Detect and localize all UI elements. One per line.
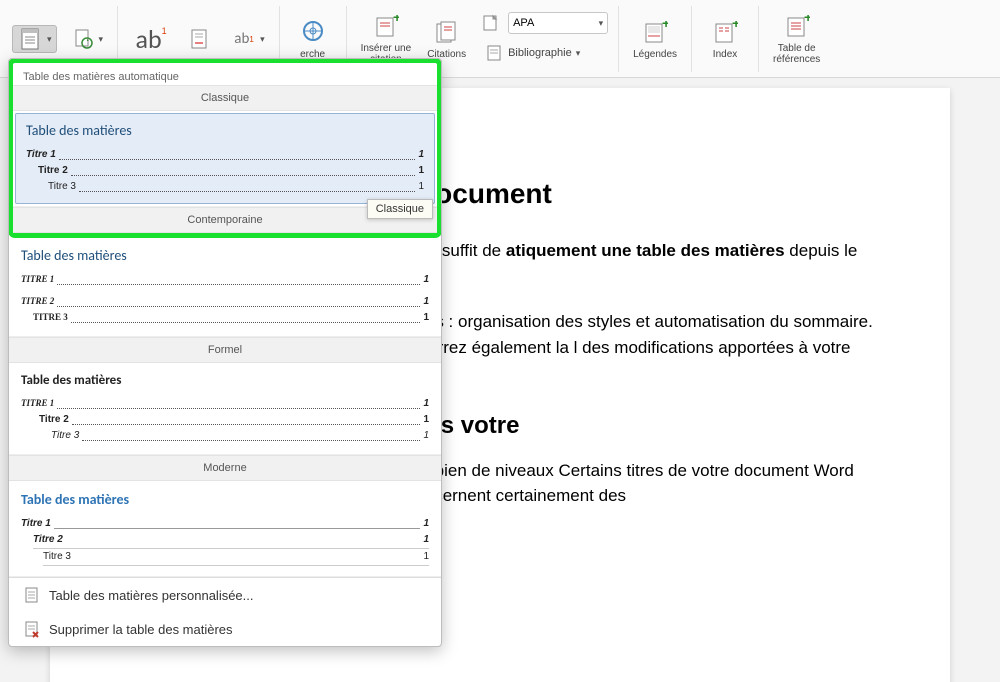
page-icon [23,586,41,604]
page-delete-icon [23,620,41,638]
show-notes-button[interactable]: ab1▾ [226,17,269,61]
update-toc-button[interactable]: ▾ [65,25,108,53]
captions-button[interactable]: + Légendes [629,10,681,68]
endnote-icon [186,27,214,51]
toc-icon [17,27,45,51]
index-label: Index [713,49,737,60]
tooltip: Classique [367,199,433,219]
toc-style-formel[interactable]: Table des matières TITRE 11 Titre 21 Tit… [9,363,441,455]
custom-toc-menu-item[interactable]: Table des matières personnalisée... [9,578,441,612]
remove-toc-label: Supprimer la table des matières [49,622,233,637]
bibliography-icon [486,41,504,65]
footnote-icon: ab1 [135,25,167,53]
table-refs-label: Table de références [773,43,820,65]
gallery-section-header: Table des matières automatique [13,65,437,85]
table-refs-icon: + [781,13,813,41]
toc-preview-title: Table des matières [21,373,429,388]
highlighted-selection: Table des matières automatique Classique… [9,59,441,238]
index-button[interactable]: + Index [702,10,748,68]
toc-dropdown-button[interactable]: ▾ [12,25,57,53]
bibliography-button[interactable]: Bibliographie ▾ [482,39,608,67]
bibliography-label: Bibliographie [508,47,572,59]
chevron-down-icon: ▾ [99,34,104,45]
captions-icon: + [639,19,671,47]
insert-citation-icon: + [370,13,402,41]
research-icon [297,19,329,47]
toc-style-classique[interactable]: Table des matières Titre 11 Titre 21 Tit… [13,111,437,207]
page-refresh-icon [69,27,97,51]
toc-gallery-scroll[interactable]: Table des matières automatique Classique… [9,59,441,577]
custom-toc-label: Table des matières personnalisée... [49,588,254,603]
style-icon [482,11,500,35]
captions-label: Légendes [633,49,677,60]
svg-text:+: + [393,15,399,25]
svg-text:+: + [662,21,668,31]
table-of-authorities-button[interactable]: + Table de références [769,10,824,68]
svg-text:+: + [732,21,738,31]
chevron-down-icon: ▾ [47,34,52,45]
remove-toc-menu-item[interactable]: Supprimer la table des matières [9,612,441,646]
svg-text:+: + [804,15,810,25]
citation-style-combo[interactable]: APA ▾ [508,12,608,34]
chevron-down-icon: ▾ [599,18,604,29]
toc-style-moderne[interactable]: Table des matières Titre 11 Titre 21 Tit… [9,481,441,577]
gallery-category-moderne: Moderne [9,455,441,481]
toc-dropdown-footer: Table des matières personnalisée... Supp… [9,577,441,646]
citations-icon [431,19,463,47]
gallery-category-classique: Classique [13,85,437,111]
index-icon: + [709,19,741,47]
toc-preview-title: Table des matières [21,247,429,264]
chevron-down-icon: ▾ [260,34,265,45]
chevron-down-icon: ▾ [576,48,581,59]
toc-style-contemporaine[interactable]: Table des matières TITRE 11 TITRE 21 TIT… [9,237,441,337]
endnote-button[interactable] [182,17,218,61]
toc-preview-title: Table des matières [21,491,429,508]
toc-preview-title: Table des matières [26,122,424,139]
notes-icon: ab1 [230,27,258,51]
gallery-category-formel: Formel [9,337,441,363]
toc-gallery-dropdown: Table des matières automatique Classique… [8,58,442,647]
citation-style-value: APA [513,17,534,29]
